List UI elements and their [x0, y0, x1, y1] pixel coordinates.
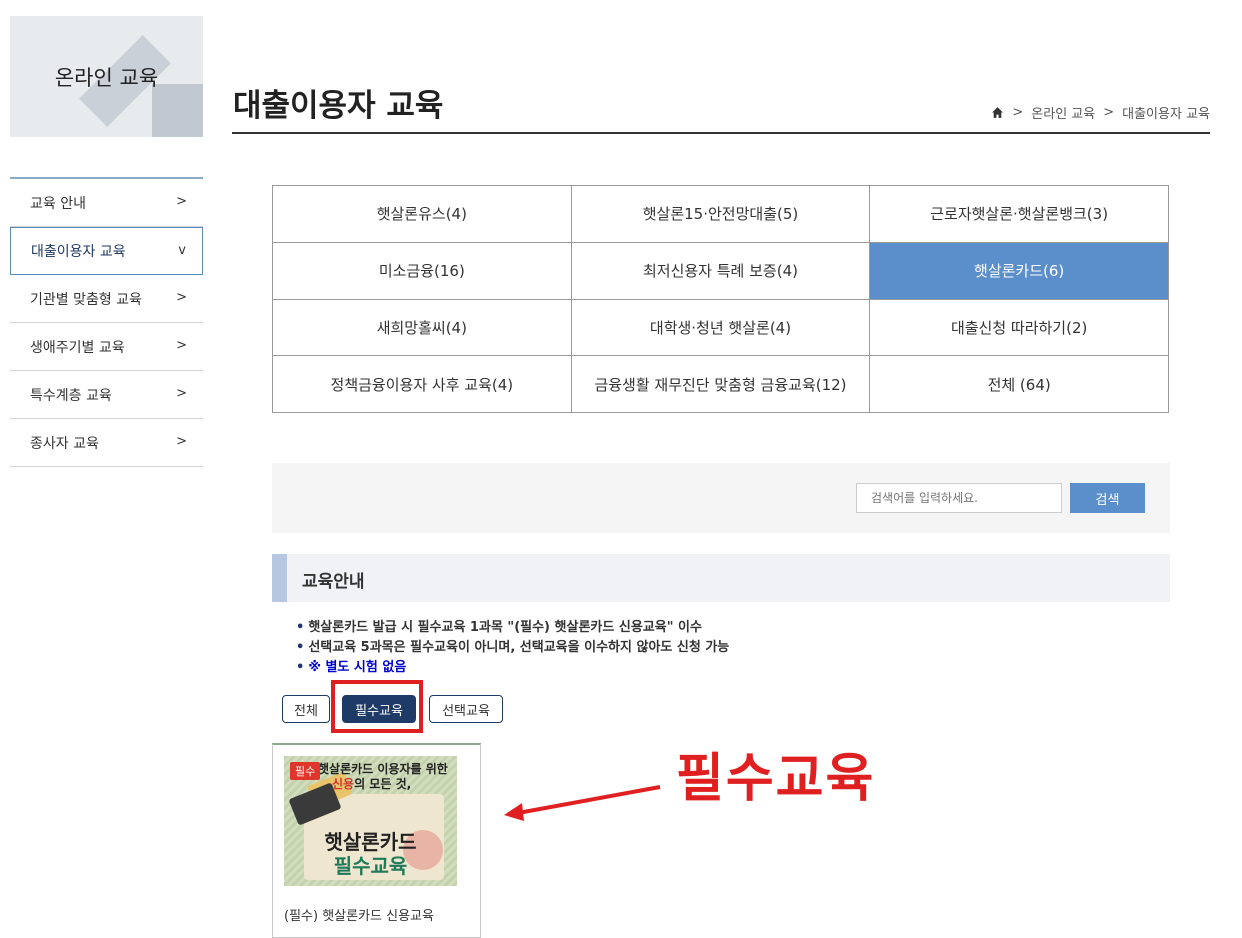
- sidebar-item-loan-user-education[interactable]: 대출이용자 교육 v: [10, 227, 203, 275]
- course-title[interactable]: (필수) 햇살론카드 신용교육: [284, 905, 434, 924]
- annotation-arrow-icon: [504, 785, 661, 821]
- annotation-label: 필수교육: [676, 749, 876, 809]
- category-microfinance[interactable]: 미소금융(16): [273, 242, 572, 300]
- search-input[interactable]: [856, 483, 1062, 513]
- filter-all-button[interactable]: 전체: [282, 695, 330, 723]
- chevron-right-icon: >: [176, 290, 187, 305]
- sidebar-item-label: 교육 안내: [30, 195, 86, 212]
- guide-bullet: • 햇살론카드 발급 시 필수교육 1과목 "(필수) 햇살론카드 신용교육" 이…: [296, 620, 702, 635]
- chevron-down-icon: v: [178, 243, 186, 258]
- sidebar-item-special-group-education[interactable]: 특수계층 교육 >: [10, 371, 203, 419]
- breadcrumb-separator: >: [1103, 105, 1115, 120]
- bullet-icon: •: [296, 620, 305, 635]
- category-new-hope[interactable]: 새희망홀씨(4): [273, 299, 572, 357]
- search-bar: 검색: [272, 463, 1170, 533]
- sidebar-item-education-guide[interactable]: 교육 안내 >: [10, 179, 203, 227]
- category-grid: 햇살론유스(4) 햇살론15·안전망대출(5) 근로자햇살론·햇살론뱅크(3) …: [272, 185, 1169, 413]
- breadcrumb-separator: >: [1012, 105, 1024, 120]
- breadcrumb-current[interactable]: 대출이용자 교육: [1122, 103, 1210, 122]
- course-thumbnail[interactable]: 햇살론카드 이용자를 위한 신용의 모든 것, 필수 햇살론카드 필수교육: [284, 756, 457, 886]
- chevron-right-icon: >: [176, 434, 187, 449]
- sidebar-nav: 교육 안내 > 대출이용자 교육 v 기관별 맞춤형 교육 > 생애주기별 교육…: [10, 177, 203, 467]
- chevron-right-icon: >: [176, 338, 187, 353]
- breadcrumb-online-education[interactable]: 온라인 교육: [1031, 103, 1095, 122]
- category-sunshine-youth[interactable]: 햇살론유스(4): [273, 186, 572, 243]
- highlight-box: [331, 680, 423, 733]
- category-loan-application-guide[interactable]: 대출신청 따라하기(2): [870, 299, 1169, 357]
- search-button[interactable]: 검색: [1070, 483, 1145, 513]
- sidebar-item-staff-education[interactable]: 종사자 교육 >: [10, 419, 203, 467]
- category-student-youth[interactable]: 대학생·청년 햇살론(4): [571, 299, 871, 357]
- guide-heading-bar: 교육안내: [272, 554, 1170, 602]
- sidebar-item-label: 대출이용자 교육: [31, 244, 126, 260]
- breadcrumb: > 온라인 교육 > 대출이용자 교육: [991, 103, 1210, 122]
- category-worker-sunshine[interactable]: 근로자햇살론·햇살론뱅크(3): [870, 186, 1169, 243]
- guide-list: • 햇살론카드 발급 시 필수교육 1과목 "(필수) 햇살론카드 신용교육" 이…: [296, 618, 729, 678]
- filter-optional-button[interactable]: 선택교육: [429, 695, 503, 723]
- category-financial-diagnosis[interactable]: 금융생활 재무진단 맞춤형 금융교육(12): [571, 356, 871, 413]
- required-badge: 필수: [290, 762, 321, 780]
- home-icon[interactable]: [991, 106, 1004, 119]
- sidebar-item-institution-education[interactable]: 기관별 맞춤형 교육 >: [10, 275, 203, 323]
- sidebar-item-label: 기관별 맞춤형 교육: [30, 291, 142, 308]
- chevron-right-icon: >: [176, 194, 187, 209]
- thumbnail-caption-2: 신용의 모든 것,: [332, 777, 412, 791]
- category-sunshine15[interactable]: 햇살론15·안전망대출(5): [571, 186, 871, 243]
- chevron-right-icon: >: [176, 386, 187, 401]
- sidebar-item-label: 생애주기별 교육: [30, 339, 125, 356]
- category-policy-followup[interactable]: 정책금융이용자 사후 교육(4): [273, 356, 572, 413]
- course-card[interactable]: 햇살론카드 이용자를 위한 신용의 모든 것, 필수 햇살론카드 필수교육 (필…: [272, 743, 481, 938]
- category-sunshine-card[interactable]: 햇살론카드(6): [870, 242, 1169, 300]
- page-title: 대출이용자 교육: [233, 88, 444, 124]
- bullet-icon: •: [296, 660, 305, 675]
- sidebar-item-lifecycle-education[interactable]: 생애주기별 교육 >: [10, 323, 203, 371]
- thumbnail-subtitle: 필수교육: [333, 854, 408, 878]
- sidebar-banner: 온라인 교육: [10, 16, 203, 137]
- guide-heading: 교육안내: [302, 572, 365, 592]
- sidebar-item-label: 특수계층 교육: [30, 387, 112, 404]
- sidebar-banner-title: 온라인 교육: [54, 66, 159, 90]
- category-lowest-credit[interactable]: 최저신용자 특례 보증(4): [571, 242, 871, 300]
- guide-bullet: • 선택교육 5과목은 필수교육이 아니며, 선택교육을 이수하지 않아도 신청 …: [296, 640, 730, 655]
- guide-bullet: • ※ 별도 시험 없음: [296, 660, 407, 675]
- sidebar-item-label: 종사자 교육: [30, 435, 99, 452]
- category-all[interactable]: 전체 (64): [870, 356, 1169, 413]
- title-divider: [232, 132, 1210, 134]
- bullet-icon: •: [296, 640, 305, 655]
